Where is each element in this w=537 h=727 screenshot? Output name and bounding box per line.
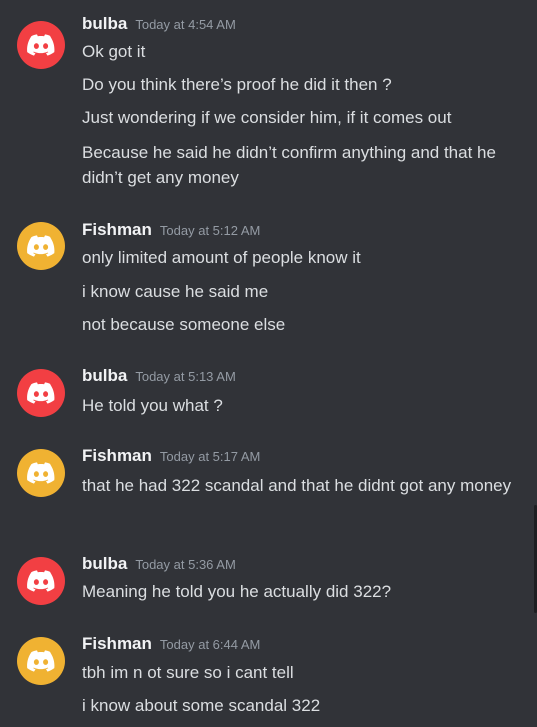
message-text: Ok got it — [82, 42, 146, 61]
username[interactable]: bulba — [82, 366, 127, 385]
timestamp[interactable]: Today at 4:54 AM — [135, 17, 235, 32]
discord-logo-icon — [27, 382, 55, 404]
timestamp[interactable]: Today at 5:13 AM — [135, 369, 235, 384]
message-header: Fishman Today at 6:44 AM — [82, 634, 260, 658]
discord-logo-icon — [27, 650, 55, 672]
avatar[interactable] — [17, 449, 65, 497]
timestamp[interactable]: Today at 5:17 AM — [160, 449, 260, 464]
message-header: bulba Today at 5:36 AM — [82, 554, 236, 578]
avatar[interactable] — [17, 369, 65, 417]
avatar[interactable] — [17, 637, 65, 685]
username[interactable]: bulba — [82, 14, 127, 33]
message-text: i know cause he said me — [82, 282, 269, 301]
message-header: bulba Today at 5:13 AM — [82, 366, 236, 390]
username[interactable]: Fishman — [82, 220, 152, 239]
message-text: He told you what ? — [82, 396, 223, 415]
timestamp[interactable]: Today at 5:12 AM — [160, 223, 260, 238]
message-header: Fishman Today at 5:17 AM — [82, 446, 260, 470]
message-text: Just wondering if we consider him, if it… — [82, 108, 452, 127]
discord-logo-icon — [27, 462, 55, 484]
username[interactable]: bulba — [82, 554, 127, 573]
message-text: Meaning he told you he actually did 322? — [82, 582, 392, 601]
avatar[interactable] — [17, 21, 65, 69]
message-text: Because he said he didn’t confirm anythi… — [82, 143, 496, 187]
message-text: that he had 322 scandal and that he didn… — [82, 476, 512, 495]
message-header: bulba Today at 4:54 AM — [82, 14, 236, 38]
discord-logo-icon — [27, 235, 55, 257]
message-header: Fishman Today at 5:12 AM — [82, 220, 260, 244]
username[interactable]: Fishman — [82, 446, 152, 465]
message-text: not because someone else — [82, 315, 286, 334]
discord-logo-icon — [27, 34, 55, 56]
timestamp[interactable]: Today at 5:36 AM — [135, 557, 235, 572]
message-text: tbh im n ot sure so i cant tell — [82, 663, 294, 682]
chat-messages: bulba Today at 4:54 AM Ok got it Do you t… — [0, 0, 537, 727]
timestamp[interactable]: Today at 6:44 AM — [160, 637, 260, 652]
message-text: only limited amount of people know it — [82, 248, 361, 267]
message-text: i know about some scandal 322 — [82, 696, 321, 715]
discord-logo-icon — [27, 570, 55, 592]
avatar[interactable] — [17, 557, 65, 605]
username[interactable]: Fishman — [82, 634, 152, 653]
message-text: Do you think there’s proof he did it the… — [82, 75, 392, 94]
avatar[interactable] — [17, 222, 65, 270]
